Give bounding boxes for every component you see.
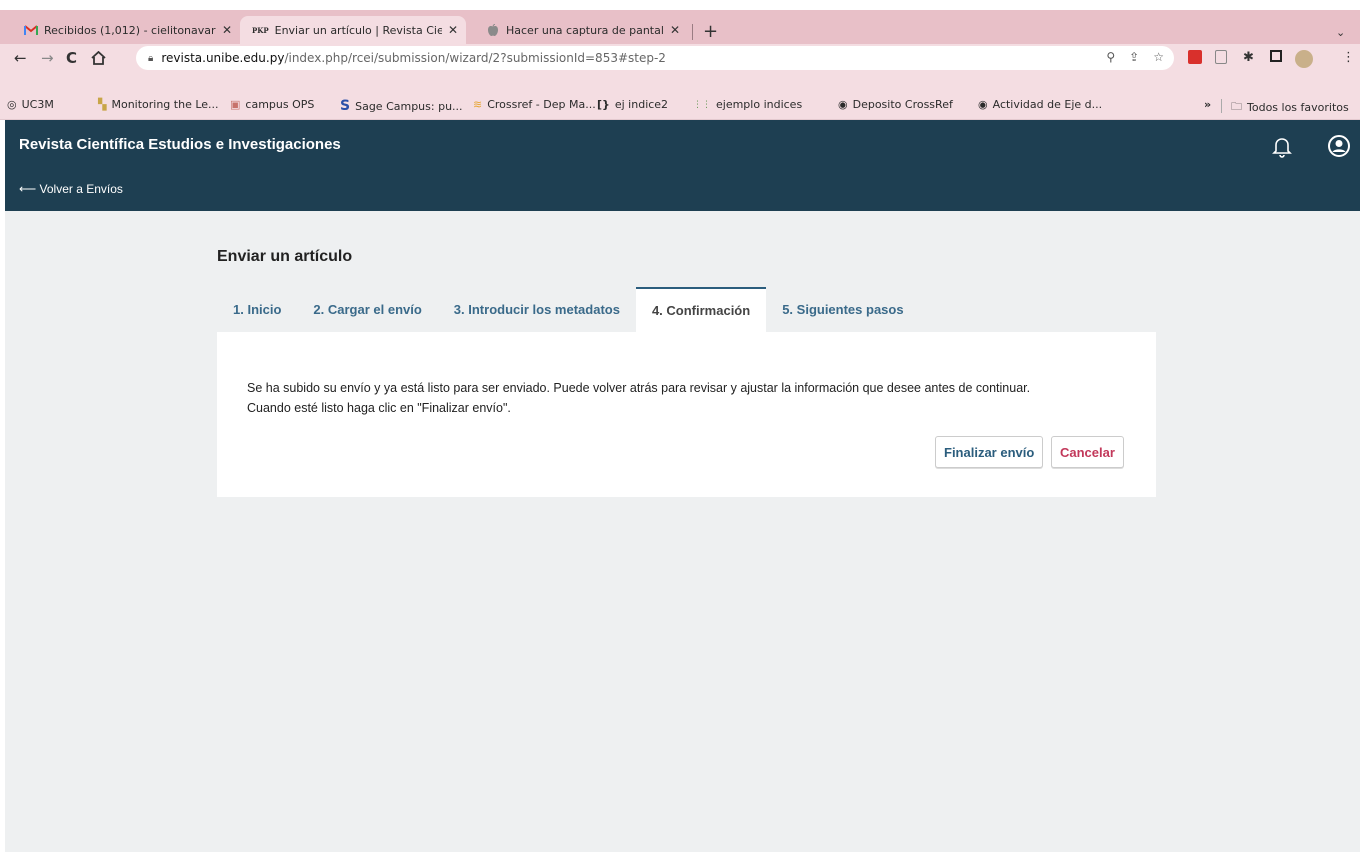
forward-arrow-icon[interactable]: → — [41, 44, 54, 72]
star-icon[interactable]: ☆ — [1153, 50, 1164, 64]
close-icon[interactable]: ✕ — [670, 23, 680, 37]
bookmark-deposito-crossref[interactable]: ◉ Deposito CrossRef — [838, 98, 953, 111]
campus-icon: ▣ — [230, 98, 241, 111]
globe-icon: ◉ — [838, 98, 848, 111]
kebab-menu-icon[interactable]: ⋮ — [1342, 50, 1355, 65]
back-to-submissions-link[interactable]: ⟵ Volver a Envíos — [19, 182, 123, 196]
user-account-icon[interactable] — [1327, 134, 1351, 162]
sidepanel-icon[interactable] — [1270, 50, 1282, 66]
browser-tab-bar: Recibidos (1,012) - cielitonavar ✕ PKP E… — [0, 10, 1360, 44]
submission-steps-tabs: 1. Inicio 2. Cargar el envío 3. Introduc… — [217, 287, 920, 332]
index-icon: ⋮⋮ — [693, 99, 711, 110]
bookmark-sage[interactable]: S Sage Campus: pu... — [340, 98, 463, 114]
all-bookmarks-folder[interactable]: 🗀︎ Todos los favoritos — [1231, 98, 1349, 117]
close-icon[interactable]: ✕ — [222, 23, 232, 37]
tab-title: Enviar un artículo | Revista Cie — [274, 23, 442, 37]
confirmation-message-line-2: Cuando esté listo haga clic en "Finaliza… — [247, 401, 511, 415]
page-title: Enviar un artículo — [217, 248, 353, 265]
address-bar[interactable]: 🔒︎ revista.unibe.edu.py/index.php/rcei/s… — [136, 46, 1174, 70]
apple-icon — [486, 23, 500, 37]
home-icon[interactable] — [91, 44, 106, 72]
tab-introducir-metadatos[interactable]: 3. Introducir los metadatos — [438, 287, 636, 332]
finish-submission-button[interactable]: Finalizar envío — [935, 436, 1044, 468]
bracket-icon: [} — [597, 98, 610, 111]
bookmark-campus-ops[interactable]: ▣ campus OPS — [230, 98, 314, 111]
folder-icon: 🗀︎ — [1231, 100, 1242, 113]
back-arrow-icon[interactable]: ← — [14, 44, 27, 72]
window-top-strip — [0, 0, 1360, 10]
confirmation-message-line-1: Se ha subido su envío y ya está listo pa… — [247, 381, 1031, 395]
tab-title: Recibidos (1,012) - cielitonavar — [44, 23, 216, 37]
profile-avatar-icon[interactable] — [1295, 50, 1313, 72]
bookmark-uc3m[interactable]: ◎ UC3M — [7, 98, 54, 111]
lock-icon: 🔒︎ — [148, 52, 154, 64]
url-path: /index.php/rcei/submission/wizard/2?subm… — [284, 51, 666, 65]
url-host: revista.unibe.edu.py — [161, 51, 285, 65]
extension-doc-icon[interactable] — [1215, 50, 1227, 68]
site-title[interactable]: Revista Científica Estudios e Investigac… — [19, 136, 341, 153]
zoom-icon[interactable]: ⚲ — [1106, 50, 1115, 64]
pkp-icon: PKP — [252, 25, 269, 35]
close-icon[interactable]: ✕ — [448, 23, 458, 37]
bookmarks-bar: ◎ UC3M ▚ Monitoring the Le... ▣ campus OPS … — [0, 92, 1360, 120]
tab-cargar-envio[interactable]: 2. Cargar el envío — [297, 287, 437, 332]
app-header: Revista Científica Estudios e Investigac… — [5, 120, 1360, 211]
bookmark-actividad[interactable]: ◉ Actividad de Eje d... — [978, 98, 1102, 111]
tab-title: Hacer una captura de pantalla — [506, 23, 664, 37]
main-content: Enviar un artículo 1. Inicio 2. Cargar e… — [5, 211, 1360, 852]
bookmark-ej-indice2[interactable]: [} ej indice2 — [597, 98, 668, 111]
tab-confirmacion[interactable]: 4. Confirmación — [635, 287, 767, 332]
bookmark-ejemplo-indices[interactable]: ⋮⋮ ejemplo indices — [693, 98, 802, 111]
globe-icon: ◉ — [978, 98, 988, 111]
confirmation-message: Se ha subido su envío y ya está listo pa… — [247, 378, 1147, 418]
confirmation-panel: Se ha subido su envío y ya está listo pa… — [217, 332, 1156, 497]
chevron-down-icon[interactable]: ⌄ — [1336, 26, 1345, 39]
share-icon[interactable]: ⇪ — [1129, 50, 1139, 64]
bell-icon[interactable] — [1272, 136, 1292, 162]
browser-tab-apple[interactable]: Hacer una captura de pantalla ✕ — [474, 16, 688, 44]
browser-tab-gmail[interactable]: Recibidos (1,012) - cielitonavar ✕ — [12, 16, 240, 44]
cancel-button[interactable]: Cancelar — [1051, 436, 1124, 468]
bookmark-monitoring[interactable]: ▚ Monitoring the Le... — [98, 98, 219, 111]
sage-icon: S — [340, 98, 351, 114]
tab-inicio[interactable]: 1. Inicio — [217, 287, 297, 332]
browser-toolbar: ← → C 🔒︎ revista.unibe.edu.py/index.php/… — [0, 44, 1360, 96]
browser-tab-submission[interactable]: PKP Enviar un artículo | Revista Cie ✕ — [240, 16, 466, 44]
bookmarks-overflow-button[interactable]: » — [1204, 98, 1211, 111]
monitoring-icon: ▚ — [98, 98, 107, 111]
uc3m-icon: ◎ — [7, 98, 17, 111]
gmail-icon — [24, 23, 38, 37]
new-tab-icon[interactable]: + — [703, 23, 718, 41]
reload-icon[interactable]: C — [66, 44, 77, 72]
bookmark-separator — [1221, 99, 1222, 113]
puzzle-icon[interactable]: ✱ — [1243, 50, 1254, 65]
extension-red-icon[interactable] — [1188, 50, 1202, 68]
crossref-icon: ≋ — [473, 98, 483, 111]
tab-siguientes-pasos[interactable]: 5. Siguientes pasos — [766, 287, 919, 332]
bookmark-crossref[interactable]: ≋ Crossref - Dep Ma... — [473, 98, 596, 111]
tab-separator — [692, 24, 693, 40]
